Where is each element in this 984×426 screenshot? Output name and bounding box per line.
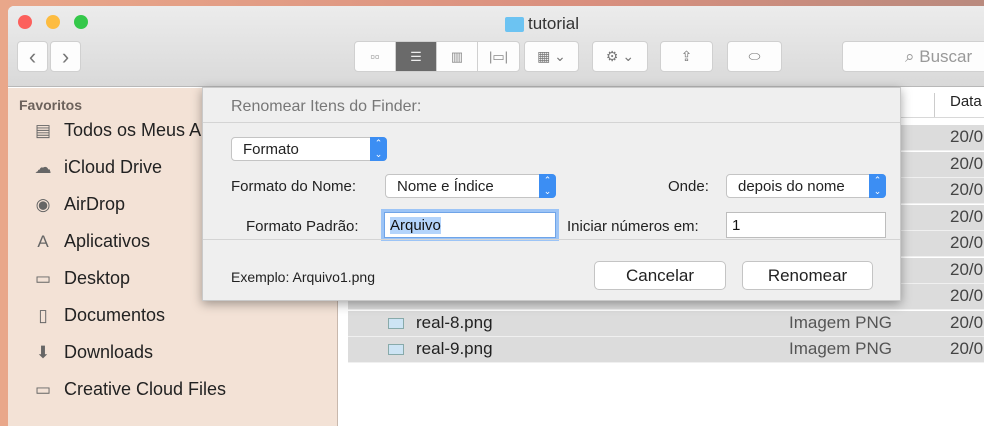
folder-icon: ▭	[34, 379, 52, 399]
file-date: 20/0	[950, 286, 984, 305]
file-name: real-9.png	[416, 339, 493, 358]
forward-button[interactable]: ›	[50, 41, 81, 72]
sidebar-item-label: Documentos	[64, 305, 166, 325]
cancel-button[interactable]: Cancelar	[594, 261, 726, 290]
name-format-label: Formato do Nome:	[231, 178, 357, 195]
date-column-header[interactable]: Data	[934, 93, 982, 117]
all-files-icon: ▤	[34, 120, 52, 140]
airdrop-icon: ◉	[35, 194, 51, 214]
sidebar-item[interactable]: ▭ Creative Cloud Files	[32, 379, 226, 400]
sidebar-item-label: AirDrop	[64, 194, 126, 214]
view-switcher: ▫▫ ☰ ▥ |▭|	[354, 41, 520, 72]
finder-window: tutorial ‹ › ▫▫ ☰ ▥ |▭| ▦ ⌄ ⚙ ⌄ ⇪ ⬭ ⌕ Bu…	[8, 6, 984, 426]
minimize-button[interactable]	[46, 15, 60, 29]
back-button[interactable]: ‹	[17, 41, 48, 72]
file-date: 20/0	[950, 259, 984, 279]
sidebar-item[interactable]: A Aplicativos	[32, 231, 150, 252]
table-row[interactable]: real-9.png Imagem PNG 20/0	[348, 337, 984, 363]
sidebar-item-label: iCloud Drive	[64, 157, 163, 177]
search-placeholder: Buscar	[919, 46, 973, 66]
name-format-popup[interactable]: Nome e Índice ⌃ ⌄	[385, 174, 556, 198]
where-value: depois do nome	[738, 178, 845, 195]
custom-format-label: Formato Padrão:	[246, 218, 359, 235]
list-view-icon[interactable]: ☰	[396, 42, 437, 71]
sidebar-item[interactable]: ⬇ Downloads	[32, 342, 153, 363]
divider	[203, 122, 900, 123]
where-popup[interactable]: depois do nome ⌃ ⌄	[726, 174, 886, 198]
stepper-arrows-icon: ⌃ ⌄	[869, 174, 886, 198]
share-icon: ⇪	[680, 48, 693, 64]
table-row[interactable]: real-8.png Imagem PNG 20/0	[348, 310, 984, 337]
search-icon: ⌕	[905, 46, 920, 66]
file-date: 20/0	[950, 312, 984, 332]
sidebar-heading: Favoritos	[19, 97, 83, 113]
cloud-icon: ☁	[34, 157, 52, 177]
icon-view-icon[interactable]: ▫▫	[355, 42, 396, 71]
action-button[interactable]: ⚙ ⌄	[592, 41, 648, 72]
folder-icon	[505, 16, 524, 32]
column-view-icon[interactable]: ▥	[437, 42, 478, 71]
file-date: 20/0	[950, 233, 984, 252]
file-date: 20/0	[950, 127, 984, 146]
gear-icon: ⚙ ⌄	[605, 48, 635, 64]
rename-sheet: Renomear Itens do Finder: Formato ⌃ ⌄ Form…	[202, 87, 901, 301]
tag-icon: ⬭	[748, 48, 761, 64]
custom-format-value: Arquivo	[390, 217, 441, 234]
sheet-title: Renomear Itens do Finder:	[231, 98, 422, 115]
tags-button[interactable]: ⬭	[727, 41, 782, 72]
rename-button[interactable]: Renomear	[742, 261, 873, 290]
file-date: 20/0	[950, 180, 984, 199]
custom-format-field[interactable]: Arquivo	[384, 212, 556, 238]
png-file-icon	[388, 344, 404, 355]
desktop-icon: ▭	[34, 268, 52, 288]
share-button[interactable]: ⇪	[660, 41, 713, 72]
arrange-icon: ▦ ⌄	[537, 48, 566, 64]
applications-icon: A	[37, 231, 49, 251]
file-date: 20/0	[950, 339, 984, 358]
name-format-value: Nome e Índice	[397, 178, 494, 195]
arrange-button[interactable]: ▦ ⌄	[524, 41, 579, 72]
start-number-label: Iniciar números em:	[567, 218, 699, 235]
sidebar-item[interactable]: ▯ Documentos	[32, 305, 165, 326]
mode-popup[interactable]: Formato ⌃ ⌄	[231, 137, 387, 161]
search-input[interactable]: ⌕ Buscar	[842, 41, 984, 72]
where-label: Onde:	[668, 178, 709, 195]
start-number-field[interactable]: 1	[726, 212, 886, 238]
documents-icon: ▯	[38, 305, 48, 325]
close-button[interactable]	[18, 15, 32, 29]
coverflow-view-icon[interactable]: |▭|	[478, 42, 519, 71]
sidebar-item[interactable]: ◉ AirDrop	[32, 194, 125, 215]
sidebar-item[interactable]: ▭ Desktop	[32, 268, 130, 289]
file-kind: Imagem PNG	[789, 312, 892, 332]
file-date: 20/0	[950, 206, 984, 226]
example-text: Exemplo: Arquivo1.png	[231, 269, 375, 285]
sidebar-item-label: Desktop	[64, 268, 131, 288]
stepper-arrows-icon: ⌃ ⌄	[370, 137, 387, 161]
stepper-arrows-icon: ⌃ ⌄	[539, 174, 556, 198]
title-text: tutorial	[528, 14, 580, 33]
zoom-button[interactable]	[74, 15, 88, 29]
file-name: real-8.png	[416, 312, 493, 332]
sidebar-item[interactable]: ☁ iCloud Drive	[32, 157, 163, 178]
titlebar: tutorial ‹ › ▫▫ ☰ ▥ |▭| ▦ ⌄ ⚙ ⌄ ⇪ ⬭ ⌕ Bu…	[8, 6, 984, 87]
file-date: 20/0	[950, 153, 984, 173]
sidebar-item-label: Downloads	[64, 342, 154, 362]
file-kind: Imagem PNG	[789, 339, 892, 358]
divider	[203, 239, 900, 240]
window-title: tutorial	[505, 14, 579, 34]
sidebar-item-label: Aplicativos	[64, 231, 151, 251]
png-file-icon	[388, 317, 404, 329]
mode-value: Formato	[243, 141, 299, 158]
downloads-icon: ⬇	[35, 342, 51, 362]
sidebar-item-label: Creative Cloud Files	[64, 379, 227, 399]
